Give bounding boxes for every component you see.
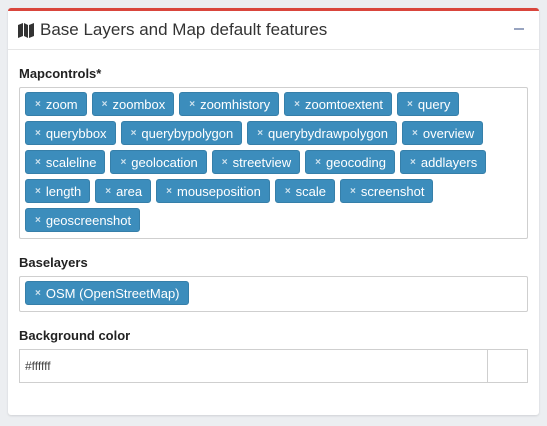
- tag-label: scale: [295, 183, 327, 199]
- remove-tag-icon[interactable]: ×: [222, 157, 228, 168]
- tag-label: geocoding: [326, 154, 386, 170]
- remove-tag-icon[interactable]: ×: [131, 128, 137, 139]
- remove-tag-icon[interactable]: ×: [35, 128, 41, 139]
- tag-label: zoomtoextent: [305, 96, 384, 112]
- tag-label: zoombox: [112, 96, 166, 112]
- selected-tag: × OSM (OpenStreetMap): [25, 281, 189, 305]
- panel-header: Base Layers and Map default features: [8, 11, 539, 50]
- background-color-swatch[interactable]: [487, 349, 528, 383]
- map-icon: [18, 23, 34, 38]
- remove-tag-icon[interactable]: ×: [285, 186, 291, 197]
- remove-tag-icon[interactable]: ×: [35, 215, 41, 226]
- remove-tag-icon[interactable]: ×: [35, 288, 41, 299]
- selected-tag: × screenshot: [340, 179, 434, 203]
- remove-tag-icon[interactable]: ×: [350, 186, 356, 197]
- remove-tag-icon[interactable]: ×: [407, 99, 413, 110]
- selected-tag: × zoomtoextent: [284, 92, 393, 116]
- tag-label: OSM (OpenStreetMap): [45, 285, 180, 301]
- background-color-field: [19, 349, 528, 383]
- selected-tag: × querybypolygon: [120, 121, 243, 145]
- remove-tag-icon[interactable]: ×: [412, 128, 418, 139]
- tag-label: query: [417, 96, 451, 112]
- selected-tag: × query: [397, 92, 460, 116]
- selected-tag: × querybbox: [25, 121, 116, 145]
- mapcontrols-label: Mapcontrols*: [19, 66, 102, 81]
- tag-label: querybypolygon: [141, 125, 234, 141]
- selected-tag: × zoom: [25, 92, 87, 116]
- remove-tag-icon[interactable]: ×: [35, 186, 41, 197]
- selected-tag: × area: [95, 179, 152, 203]
- selected-tag: × mouseposition: [156, 179, 270, 203]
- remove-tag-icon[interactable]: ×: [257, 128, 263, 139]
- background-color-label: Background color: [19, 328, 131, 343]
- selected-tag: × geoscreenshot: [25, 208, 141, 232]
- tag-label: overview: [422, 125, 475, 141]
- selected-tag: × scale: [274, 179, 336, 203]
- panel-title: Base Layers and Map default features: [40, 20, 328, 39]
- remove-tag-icon[interactable]: ×: [105, 186, 111, 197]
- remove-tag-icon[interactable]: ×: [102, 99, 108, 110]
- tag-label: screenshot: [360, 183, 425, 199]
- selected-tag: × scaleline: [25, 150, 106, 174]
- selected-tag: × geocoding: [305, 150, 395, 174]
- collapse-button[interactable]: [511, 21, 527, 37]
- selected-tag: × querybydrawpolygon: [247, 121, 398, 145]
- tag-label: scaleline: [45, 154, 97, 170]
- tag-label: geolocation: [131, 154, 198, 170]
- mapcontrols-select[interactable]: × zoom × zoombox × zoomhistory × zoomtoextent × q…: [19, 87, 528, 239]
- selected-tag: × overview: [402, 121, 484, 145]
- remove-tag-icon[interactable]: ×: [294, 99, 300, 110]
- base-layers-panel: Base Layers and Map default features Map…: [8, 8, 539, 415]
- tag-label: area: [116, 183, 143, 199]
- tag-label: zoom: [45, 96, 78, 112]
- remove-tag-icon[interactable]: ×: [120, 157, 126, 168]
- remove-tag-icon[interactable]: ×: [410, 157, 416, 168]
- background-color-input[interactable]: [19, 349, 487, 383]
- selected-tag: × zoomhistory: [179, 92, 280, 116]
- selected-tag: × zoombox: [91, 92, 175, 116]
- tag-label: zoomhistory: [200, 96, 271, 112]
- baselayers-select[interactable]: × OSM (OpenStreetMap): [19, 276, 528, 312]
- minus-icon: [514, 28, 524, 30]
- tag-label: geoscreenshot: [45, 212, 132, 228]
- tag-label: addlayers: [420, 154, 478, 170]
- tag-label: querybydrawpolygon: [268, 125, 389, 141]
- tag-label: querybbox: [45, 125, 107, 141]
- tag-label: length: [45, 183, 82, 199]
- selected-tag: × addlayers: [400, 150, 487, 174]
- baselayers-label: Baselayers: [19, 255, 88, 270]
- remove-tag-icon[interactable]: ×: [315, 157, 321, 168]
- remove-tag-icon[interactable]: ×: [35, 99, 41, 110]
- tag-label: streetview: [232, 154, 292, 170]
- selected-tag: × length: [25, 179, 91, 203]
- tag-label: mouseposition: [176, 183, 261, 199]
- selected-tag: × geolocation: [110, 150, 207, 174]
- remove-tag-icon[interactable]: ×: [166, 186, 172, 197]
- selected-tag: × streetview: [211, 150, 301, 174]
- remove-tag-icon[interactable]: ×: [189, 99, 195, 110]
- remove-tag-icon[interactable]: ×: [35, 157, 41, 168]
